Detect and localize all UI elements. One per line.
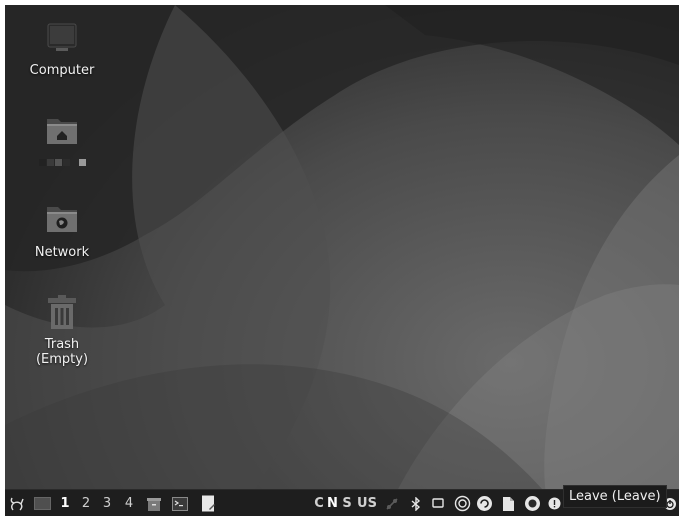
- terminal-icon: [172, 496, 188, 511]
- terminal-launcher[interactable]: [170, 490, 190, 516]
- desktop-wallpaper: [5, 5, 679, 516]
- volume-icon: [524, 496, 540, 511]
- network-disconnected-icon: [386, 497, 398, 510]
- sync-icon: [476, 496, 492, 511]
- keyboard-layout-indicator[interactable]: US: [356, 490, 378, 516]
- update-icon: [454, 495, 470, 512]
- notification-tray-item[interactable]: [546, 490, 562, 516]
- update-tray-item[interactable]: [452, 490, 472, 516]
- num-lock-indicator[interactable]: N: [326, 490, 339, 516]
- show-desktop-icon: [33, 497, 51, 510]
- leave-tooltip: Leave (Leave): [563, 485, 667, 508]
- scroll-lock-indicator[interactable]: S: [341, 490, 353, 516]
- show-desktop-button[interactable]: [31, 490, 53, 516]
- desktop-icon-computer[interactable]: Computer: [16, 19, 108, 78]
- workspace-3-button[interactable]: 3: [99, 490, 115, 516]
- workspace-1-button[interactable]: 1: [57, 490, 73, 516]
- desktop-icon-trash[interactable]: Trash (Empty): [16, 293, 108, 367]
- trash-label: Trash (Empty): [35, 337, 89, 367]
- home-label-redacted: [16, 155, 108, 166]
- network-tray-item[interactable]: [383, 490, 401, 516]
- notification-icon: [548, 497, 560, 510]
- clipboard-tray-item[interactable]: [498, 490, 518, 516]
- sync-tray-item[interactable]: [474, 490, 494, 516]
- trash-icon: [48, 295, 76, 329]
- text-editor-icon: [201, 495, 215, 512]
- text-editor-launcher[interactable]: [198, 490, 218, 516]
- computer-icon: [47, 23, 77, 51]
- file-manager-icon: [147, 497, 161, 511]
- desktop-icon-home[interactable]: [16, 111, 108, 166]
- home-folder-icon: [47, 119, 77, 144]
- bluetooth-tray-item[interactable]: [408, 490, 424, 516]
- network-folder-icon: [47, 207, 77, 232]
- caps-lock-indicator[interactable]: C: [313, 490, 325, 516]
- clipboard-icon: [503, 497, 514, 511]
- menu-button[interactable]: [7, 490, 27, 516]
- volume-tray-item[interactable]: [522, 490, 542, 516]
- file-manager-launcher[interactable]: [144, 490, 164, 516]
- bluetooth-icon: [411, 496, 421, 511]
- workspace-4-button[interactable]: 4: [121, 490, 137, 516]
- display-tray-item[interactable]: [430, 490, 446, 516]
- workspace-2-button[interactable]: 2: [78, 490, 94, 516]
- lxqt-menu-icon: [10, 497, 24, 510]
- desktop-screen: Computer Network Trash (Empty) 1 2 3 4 C…: [5, 5, 679, 516]
- computer-label: Computer: [29, 63, 95, 78]
- network-label: Network: [34, 245, 90, 260]
- desktop-icon-network[interactable]: Network: [16, 201, 108, 260]
- display-icon: [432, 498, 444, 508]
